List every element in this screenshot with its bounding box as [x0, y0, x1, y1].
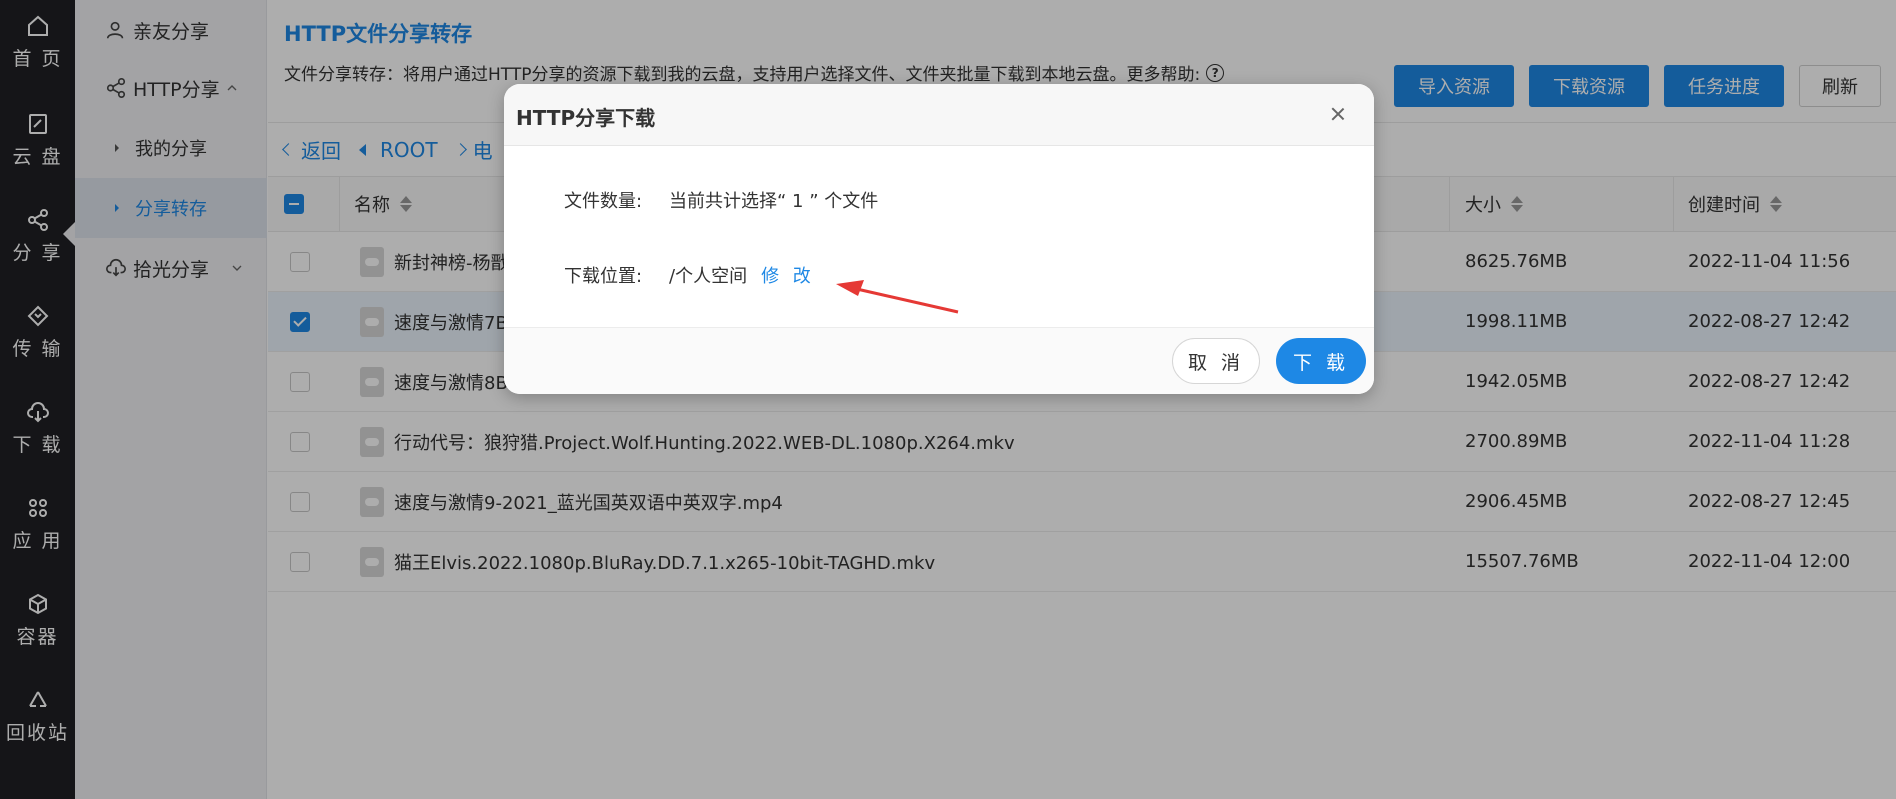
download-confirm-button[interactable]: 下 载: [1276, 338, 1366, 384]
http-share-download-dialog: HTTP分享下载 文件数量: 当前共计选择“ 1 ” 个文件 下载位置: /个人…: [504, 84, 1374, 394]
file-count-label: 文件数量:: [564, 191, 643, 212]
modify-location-link[interactable]: 修 改: [761, 262, 815, 288]
file-count-value: 当前共计选择“ 1 ” 个文件: [669, 191, 879, 212]
download-location-value: /个人空间: [669, 266, 748, 287]
download-location-field: 下载位置: /个人空间 修 改: [564, 262, 815, 288]
dialog-header: HTTP分享下载: [504, 84, 1374, 146]
download-location-label: 下载位置:: [564, 266, 643, 287]
close-icon[interactable]: [1330, 106, 1346, 122]
file-count-field: 文件数量: 当前共计选择“ 1 ” 个文件: [564, 187, 878, 213]
cancel-button[interactable]: 取 消: [1172, 338, 1260, 384]
dialog-footer: 取 消 下 载: [504, 327, 1374, 394]
dialog-title: HTTP分享下载: [516, 106, 656, 130]
